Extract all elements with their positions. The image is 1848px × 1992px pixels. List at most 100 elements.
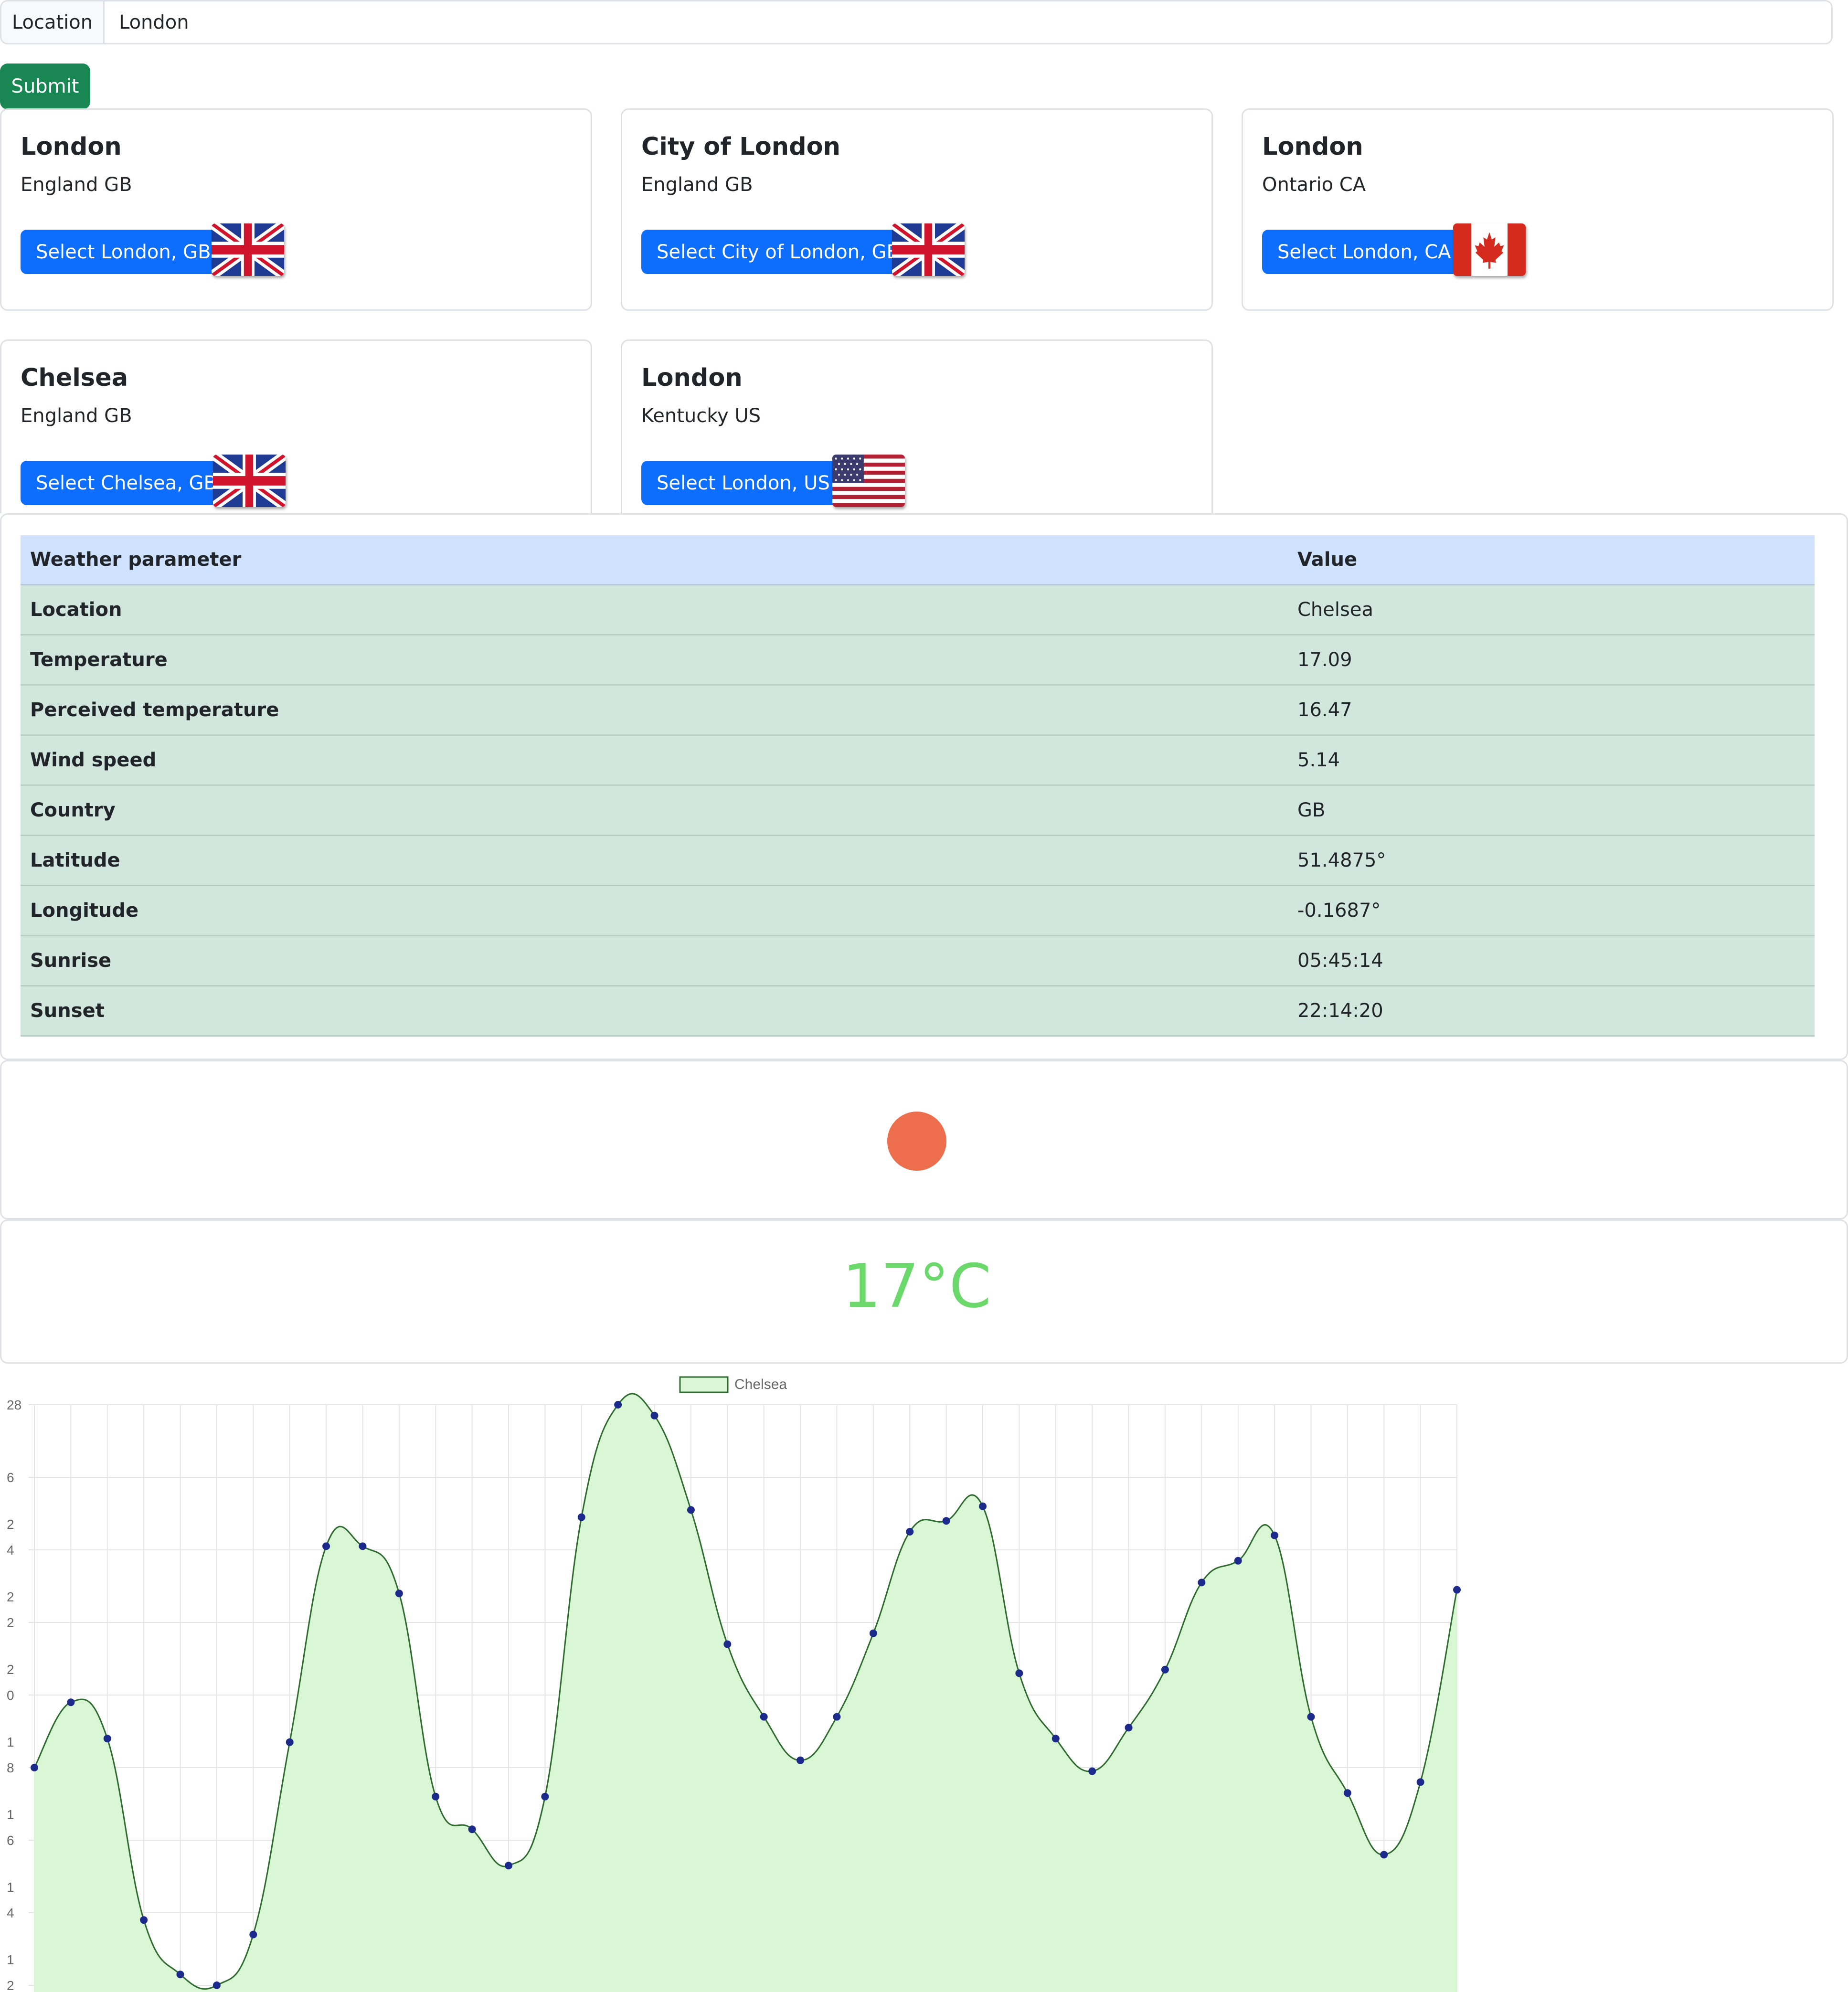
submit-button[interactable]: Submit — [0, 64, 90, 109]
chart-data-point[interactable] — [359, 1542, 367, 1550]
column-header-parameter: Weather parameter — [21, 535, 1288, 585]
table-row: Sunset 22:14:20 — [21, 985, 1815, 1037]
select-location-button[interactable]: Select City of London, GB — [641, 230, 915, 274]
uk-flag-icon — [213, 455, 286, 507]
chart-data-point[interactable] — [614, 1401, 622, 1409]
chart-y-tick-label: 6 — [7, 1833, 14, 1848]
chart-data-point[interactable] — [31, 1764, 38, 1771]
uk-flag-icon — [212, 223, 284, 276]
parameter-name: Perceived temperature — [21, 685, 1288, 736]
chart-y-tick-label: 8 — [7, 1760, 14, 1775]
location-card: Chelsea England GB Select Chelsea, GB — [0, 339, 592, 513]
chart-data-point[interactable] — [505, 1862, 512, 1870]
location-input-group: Location — [0, 0, 1833, 44]
table-row: Wind speed 5.14 — [21, 735, 1815, 786]
chart-data-point[interactable] — [322, 1542, 330, 1550]
chart-data-point[interactable] — [1161, 1665, 1169, 1674]
location-input[interactable] — [105, 1, 1831, 43]
parameter-value: 5.14 — [1288, 735, 1815, 786]
parameter-value: GB — [1288, 785, 1815, 836]
legend-swatch[interactable] — [679, 1376, 729, 1393]
parameter-value: 17.09 — [1288, 635, 1815, 686]
chart-data-point[interactable] — [395, 1589, 403, 1598]
table-row: Temperature 17.09 — [21, 635, 1815, 686]
card-city-name: London — [641, 364, 743, 392]
card-region: England GB — [21, 405, 132, 427]
chart-data-point[interactable] — [541, 1792, 549, 1801]
chart-data-point[interactable] — [1380, 1851, 1388, 1859]
column-header-value: Value — [1288, 535, 1815, 585]
chart-data-point[interactable] — [103, 1735, 111, 1743]
table-header-row: Weather parameter Value — [21, 535, 1815, 585]
card-region: Ontario CA — [1262, 174, 1366, 196]
card-city-name: London — [1262, 133, 1363, 161]
chart-data-point[interactable] — [1234, 1557, 1242, 1565]
chart-y-tick-label-prefix: 1 — [7, 1807, 14, 1822]
chart-y-ticks: 28 6 4 2 0 8 6 4 2 2 2 2 1 1 1 1 — [7, 1398, 21, 1992]
parameter-value: 16.47 — [1288, 685, 1815, 736]
legend-label: Chelsea — [734, 1377, 787, 1392]
temperature-chart: 28 6 4 2 0 8 6 4 2 2 2 2 1 1 1 1 Chelsea — [7, 1376, 1461, 1992]
chart-data-point[interactable] — [1088, 1767, 1096, 1775]
chart-data-point[interactable] — [1343, 1789, 1351, 1797]
canada-flag-icon — [1453, 223, 1526, 276]
select-location-button[interactable]: Select London, CA — [1262, 230, 1466, 274]
select-location-button[interactable]: Select London, GB — [21, 230, 226, 274]
table-row: Perceived temperature 16.47 — [21, 685, 1815, 736]
parameter-value: 22:14:20 — [1288, 985, 1815, 1037]
chart-data-point[interactable] — [1416, 1778, 1424, 1786]
chart-data-point[interactable] — [1271, 1531, 1279, 1539]
chart-data-point[interactable] — [1051, 1735, 1060, 1743]
chart-data-point[interactable] — [979, 1502, 987, 1510]
chart-data-point[interactable] — [723, 1640, 732, 1648]
card-region: England GB — [641, 174, 753, 196]
chart-data-point[interactable] — [833, 1713, 841, 1721]
chart-y-tick-label: 0 — [7, 1688, 14, 1703]
chart-data-point[interactable] — [942, 1517, 950, 1525]
chart-data-point[interactable] — [468, 1825, 476, 1833]
table-row: Country GB — [21, 785, 1815, 836]
location-label: Location — [1, 1, 105, 43]
chart-y-tick-label: 4 — [7, 1906, 14, 1920]
card-city-name: London — [21, 133, 122, 161]
location-card: City of London England GB Select City of… — [621, 108, 1213, 311]
chart-data-point[interactable] — [67, 1698, 75, 1706]
chart-y-tick-label-prefix: 2 — [7, 1589, 14, 1604]
chart-data-point[interactable] — [249, 1930, 257, 1939]
weather-table-panel: Weather parameter Value Location Chelsea … — [0, 513, 1848, 1060]
chart-data-point[interactable] — [687, 1506, 695, 1514]
chart-data-point[interactable] — [140, 1916, 148, 1924]
card-city-name: Chelsea — [21, 364, 128, 392]
parameter-name: Longitude — [21, 885, 1288, 936]
chart-data-point[interactable] — [650, 1411, 658, 1420]
chart-data-point[interactable] — [1453, 1586, 1461, 1594]
chart-y-tick-label-prefix: 2 — [7, 1517, 14, 1532]
chart-data-point[interactable] — [1307, 1713, 1315, 1721]
chart-data-point[interactable] — [1198, 1579, 1206, 1587]
chart-data-point[interactable] — [906, 1528, 914, 1536]
card-region: England GB — [21, 174, 132, 196]
table-row: Latitude 51.4875° — [21, 835, 1815, 886]
us-flag-icon — [832, 455, 905, 507]
parameter-name: Temperature — [21, 635, 1288, 686]
parameter-name: Sunrise — [21, 935, 1288, 986]
chart-data-point[interactable] — [1015, 1669, 1023, 1677]
chart-data-point[interactable] — [577, 1513, 585, 1521]
chart-data-point[interactable] — [212, 1981, 221, 1989]
uk-flag-icon — [892, 223, 965, 276]
card-region: Kentucky US — [641, 405, 761, 427]
parameter-name: Latitude — [21, 835, 1288, 886]
chart-y-tick-label-prefix: 1 — [7, 1735, 14, 1749]
chart-data-point[interactable] — [286, 1738, 294, 1746]
chart-y-tick-label-prefix: 1 — [7, 1952, 14, 1967]
select-location-button[interactable]: Select London, US — [641, 461, 845, 505]
chart-data-point[interactable] — [176, 1971, 184, 1979]
parameter-name: Wind speed — [21, 735, 1288, 786]
select-location-button[interactable]: Select Chelsea, GB — [21, 461, 232, 505]
chart-data-point[interactable] — [760, 1713, 768, 1721]
chart-data-point[interactable] — [869, 1629, 877, 1637]
chart-data-point[interactable] — [432, 1792, 440, 1801]
chart-data-point[interactable] — [797, 1756, 805, 1764]
chart-y-tick-label: 4 — [7, 1543, 14, 1558]
chart-data-point[interactable] — [1125, 1724, 1133, 1732]
